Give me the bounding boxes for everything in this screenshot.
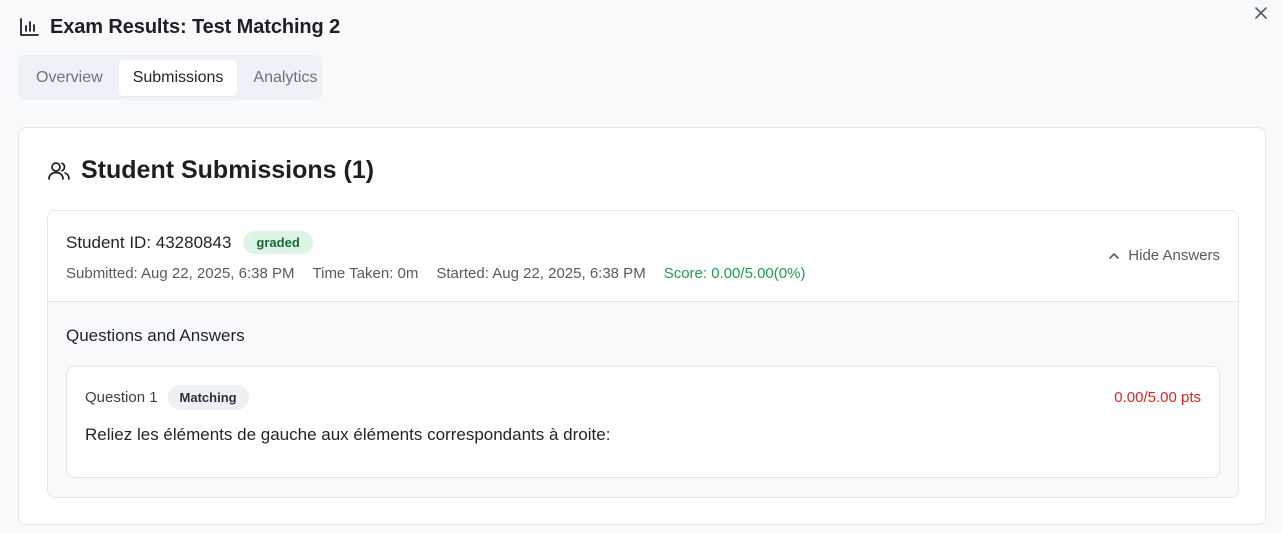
answers-panel: Questions and Answers Question 1 Matchin… bbox=[48, 302, 1238, 497]
tab-analytics[interactable]: Analytics bbox=[239, 60, 331, 96]
submissions-card: Student Submissions (1) Student ID: 4328… bbox=[18, 127, 1266, 525]
time-taken: Time Taken: 0m bbox=[312, 265, 419, 282]
submission-meta: Submitted: Aug 22, 2025, 6:38 PM Time Ta… bbox=[66, 265, 805, 282]
student-id: Student ID: 43280843 bbox=[66, 232, 232, 252]
question-points: 0.00/5.00 pts bbox=[1114, 389, 1201, 406]
close-button[interactable] bbox=[1252, 4, 1270, 22]
answers-title: Questions and Answers bbox=[66, 326, 245, 345]
tab-overview[interactable]: Overview bbox=[22, 60, 117, 96]
submission-item: Student ID: 43280843 graded Submitted: A… bbox=[47, 210, 1239, 498]
submission-summary: Student ID: 43280843 graded Submitted: A… bbox=[48, 211, 1238, 302]
chevron-up-icon bbox=[1109, 252, 1120, 259]
hide-answers-label: Hide Answers bbox=[1128, 247, 1220, 264]
tab-list: Overview Submissions Analytics bbox=[18, 55, 322, 100]
tab-submissions[interactable]: Submissions bbox=[118, 59, 238, 96]
submissions-header: Student Submissions (1) bbox=[47, 156, 374, 185]
page-title: Exam Results: Test Matching 2 bbox=[50, 15, 341, 38]
status-badge: graded bbox=[243, 231, 313, 254]
hide-answers-button[interactable]: Hide Answers bbox=[1107, 247, 1220, 264]
submitted-at: Submitted: Aug 22, 2025, 6:38 PM bbox=[66, 265, 295, 282]
bar-chart-icon bbox=[20, 18, 39, 36]
started-at: Started: Aug 22, 2025, 6:38 PM bbox=[436, 265, 646, 282]
submissions-title: Student Submissions (1) bbox=[81, 156, 375, 184]
dialog-header: Exam Results: Test Matching 2 bbox=[18, 14, 340, 40]
score: Score: 0.00/5.00(0%) bbox=[663, 265, 806, 282]
question-number: Question 1 bbox=[85, 389, 158, 406]
question-card: Question 1 Matching 0.00/5.00 pts Reliez… bbox=[66, 366, 1220, 478]
exam-results-dialog: Exam Results: Test Matching 2 Overview S… bbox=[0, 0, 1282, 534]
users-icon bbox=[48, 161, 70, 180]
question-text: Reliez les éléments de gauche aux élémen… bbox=[85, 425, 611, 444]
question-type-badge: Matching bbox=[167, 385, 249, 410]
close-icon bbox=[1255, 7, 1267, 19]
